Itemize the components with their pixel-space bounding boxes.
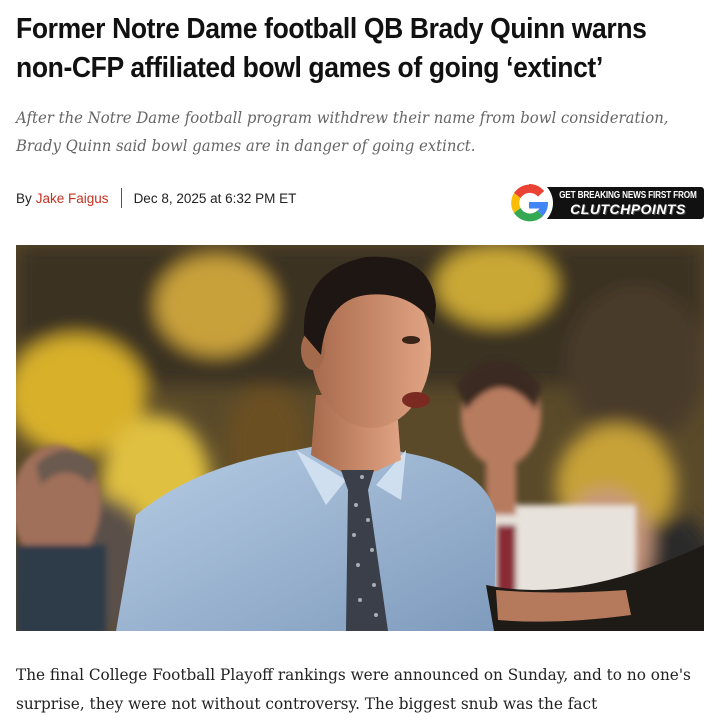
hero-photo-graphic: [16, 245, 704, 631]
promo-banner-brand-text: CLUTCHPOINTS: [570, 200, 686, 217]
headline: Former Notre Dame football QB Brady Quin…: [16, 13, 647, 84]
promo-banner: GET BREAKING NEWS FIRST FROM CLUTCHPOINT…: [542, 187, 704, 219]
subheading: After the Notre Dame football program wi…: [16, 109, 669, 155]
publish-date: Dec 8, 2025 at 6:32 PM ET: [133, 190, 297, 206]
byline: By Jake Faigus Dec 8, 2025 at 6:32 PM ET: [16, 188, 296, 208]
promo-banner-top-text: GET BREAKING NEWS FIRST FROM: [559, 189, 697, 201]
byline-prefix: By: [16, 190, 32, 206]
meta-row: By Jake Faigus Dec 8, 2025 at 6:32 PM ET…: [16, 178, 704, 232]
byline-divider: [120, 188, 122, 208]
google-news-promo-button[interactable]: GET BREAKING NEWS FIRST FROM CLUTCHPOINT…: [504, 178, 704, 228]
article-body-paragraph: The final College Football Playoff ranki…: [16, 665, 691, 713]
hero-image: [16, 245, 704, 631]
article: Former Notre Dame football QB Brady Quin…: [0, 0, 720, 720]
google-g-icon: [505, 179, 553, 227]
author-link[interactable]: Jake Faigus: [36, 191, 109, 206]
